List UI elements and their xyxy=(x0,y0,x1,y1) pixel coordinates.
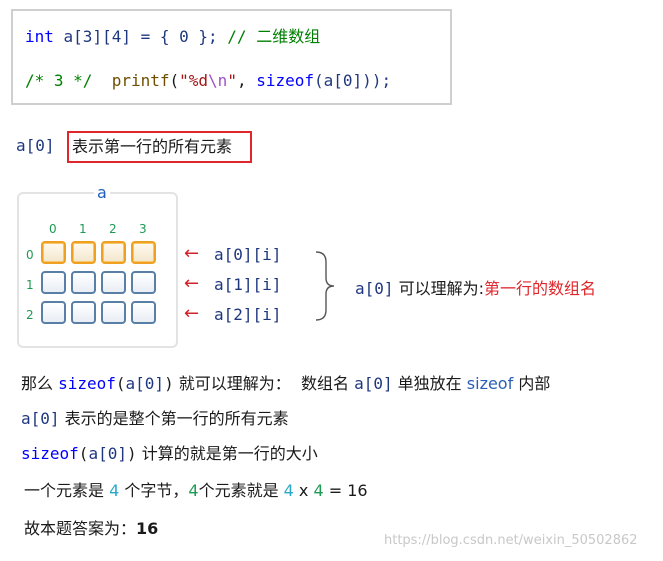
array-cell xyxy=(41,301,66,324)
array-cell xyxy=(101,271,126,294)
col-index: 2 xyxy=(109,222,117,236)
code-string-end: " xyxy=(227,71,237,90)
array-title: a xyxy=(94,183,110,202)
summary-line: a[0] 可以理解为:第一行的数组名 xyxy=(355,275,596,299)
number: 4 xyxy=(313,481,324,500)
paren: ) xyxy=(126,444,137,463)
code-escape: \n xyxy=(208,71,228,90)
code-ref: a[0] xyxy=(21,409,60,428)
row-label: a[0][i] xyxy=(214,245,282,264)
array-cell xyxy=(131,241,156,264)
text: 个元素就是 xyxy=(198,481,284,500)
code-box: int a[3][4] = { 0 }; // 二维数组 /* 3 */ pri… xyxy=(11,9,452,105)
answer-label: 故本题答案为： xyxy=(24,519,137,538)
row-label: a[2][i] xyxy=(214,305,282,324)
code-gap xyxy=(92,71,111,90)
paren: ) xyxy=(164,374,174,393)
col-index: 0 xyxy=(49,222,57,236)
number: 4 xyxy=(283,481,294,500)
summary-highlight: 第一行的数组名 xyxy=(484,279,597,298)
number: 4 xyxy=(109,481,120,500)
text: 个字节， xyxy=(119,481,189,500)
code-function: printf xyxy=(111,71,170,90)
code-ref: a[0] xyxy=(125,374,165,393)
code-comma: , xyxy=(236,71,257,90)
code-comment: // 二维数组 xyxy=(227,27,321,46)
code-string: "%d xyxy=(179,71,209,90)
code-keyword-sizeof: sizeof xyxy=(256,71,315,90)
code-args: (a[0])); xyxy=(314,71,392,90)
array-panel xyxy=(17,192,178,348)
summary-subject: a[0] xyxy=(355,279,394,298)
text: 就可以理解为： 数组名 xyxy=(173,374,355,393)
row-index: 1 xyxy=(26,278,34,292)
code-comment: /* 3 */ xyxy=(25,71,93,90)
code-line-1: int a[3][4] = { 0 }; // 二维数组 xyxy=(25,23,320,47)
left-arrow-icon: ← xyxy=(184,243,200,264)
text: 单独放在 xyxy=(392,374,467,393)
code-ref: a[0] xyxy=(354,374,393,393)
paren: ( xyxy=(78,444,89,463)
answer-line: 故本题答案为：16 xyxy=(24,515,158,539)
row-index: 0 xyxy=(26,248,34,262)
row-index: 2 xyxy=(26,308,34,322)
number: 4 xyxy=(188,481,199,500)
col-index: 1 xyxy=(79,222,87,236)
curly-brace-icon xyxy=(315,251,335,321)
text: = 16 xyxy=(323,481,368,500)
text: 表示的是整个第一行的所有元素 xyxy=(59,409,289,428)
text: 计算的就是第一行的大小 xyxy=(136,444,318,463)
code-line-2: /* 3 */ printf("%d\n", sizeof(a[0])); xyxy=(25,71,391,90)
array-cell xyxy=(71,241,96,264)
row-label: a[1][i] xyxy=(214,275,282,294)
keyword-sizeof: sizeof xyxy=(466,374,514,393)
explain-line-1: 那么 sizeof(a[0]) 就可以理解为： 数组名 a[0] 单独放在 si… xyxy=(21,370,550,394)
left-arrow-icon: ← xyxy=(184,273,200,294)
array-cell xyxy=(71,271,96,294)
array-cell xyxy=(41,271,66,294)
array-cell xyxy=(131,271,156,294)
explain-line-3: sizeof(a[0]) 计算的就是第一行的大小 xyxy=(21,440,318,464)
text: 内部 xyxy=(513,374,551,393)
answer-value: 16 xyxy=(136,519,159,538)
code-paren: ( xyxy=(169,71,180,90)
boxed-note: 表示第一行的所有元素 xyxy=(67,131,252,163)
array-cell xyxy=(41,241,66,264)
col-index: 3 xyxy=(139,222,147,236)
summary-text: 可以理解为: xyxy=(393,279,485,298)
text: 一个元素是 xyxy=(24,481,110,500)
keyword-sizeof: sizeof xyxy=(21,444,79,463)
left-arrow-icon: ← xyxy=(184,303,200,324)
array-cell xyxy=(131,301,156,324)
text: x xyxy=(293,481,314,500)
keyword-sizeof: sizeof xyxy=(58,374,116,393)
array-cell xyxy=(101,241,126,264)
note-subject: a[0] xyxy=(16,136,55,155)
code-ref: a[0] xyxy=(88,444,127,463)
array-cell xyxy=(101,301,126,324)
text: 那么 xyxy=(21,374,59,393)
explain-line-4: 一个元素是 4 个字节，4个元素就是 4 x 4 = 16 xyxy=(24,477,368,501)
code-declaration: a[3][4] = { 0 }; xyxy=(53,27,228,46)
watermark: https://blog.csdn.net/weixin_50502862 xyxy=(384,533,638,548)
explain-line-2: a[0] 表示的是整个第一行的所有元素 xyxy=(21,405,289,429)
code-keyword: int xyxy=(25,27,54,46)
array-cell xyxy=(71,301,96,324)
paren: ( xyxy=(115,374,126,393)
